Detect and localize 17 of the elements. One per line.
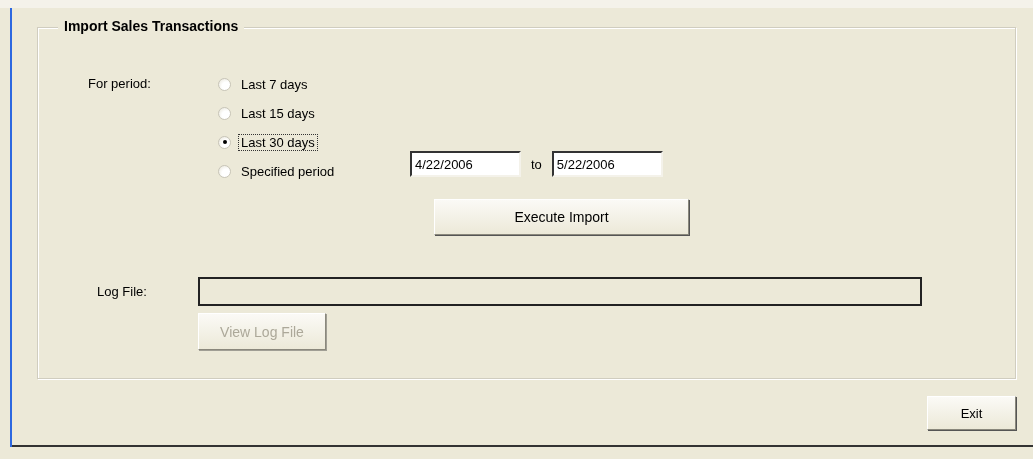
radio-button[interactable] <box>218 164 231 178</box>
radio-button[interactable] <box>218 106 231 120</box>
exit-button[interactable]: Exit <box>927 396 1016 430</box>
group-title: Import Sales Transactions <box>58 18 245 34</box>
radio-label[interactable]: Specified period <box>238 162 338 180</box>
radio-label[interactable]: Last 15 days <box>238 104 318 122</box>
log-file-label: Log File: <box>97 284 148 299</box>
radio-label[interactable]: Last 7 days <box>238 75 311 93</box>
from-date-field[interactable]: 4/22/2006 <box>410 151 521 177</box>
execute-import-button[interactable]: Execute Import <box>434 199 689 235</box>
log-file-field[interactable] <box>198 277 922 306</box>
radio-label[interactable]: Last 30 days <box>238 133 318 151</box>
period-label: For period: <box>88 75 152 93</box>
radio-button[interactable] <box>218 135 231 149</box>
radio-button[interactable] <box>218 77 231 91</box>
to-label: to <box>531 156 542 172</box>
to-date-field[interactable]: 5/22/2006 <box>551 151 663 177</box>
